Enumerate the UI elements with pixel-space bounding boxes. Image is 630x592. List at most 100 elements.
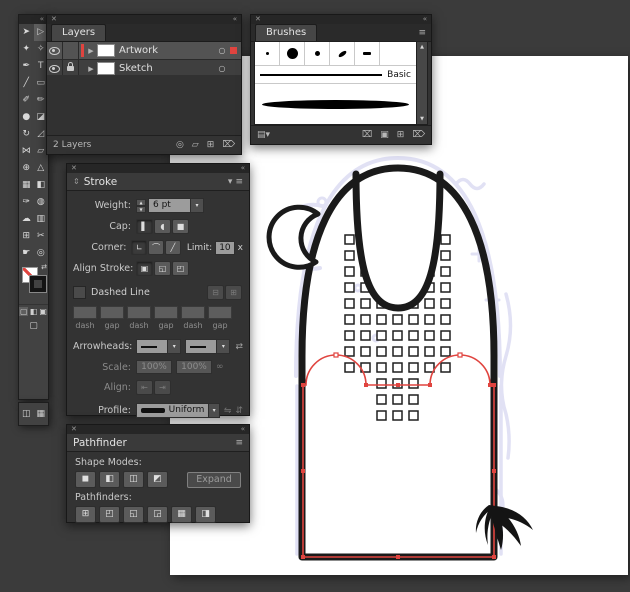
- stroke-color-well[interactable]: [29, 275, 47, 293]
- remove-brush-stroke-icon[interactable]: ⌧: [362, 130, 372, 140]
- chevron-down-icon[interactable]: ▾: [167, 340, 181, 353]
- close-icon[interactable]: ✕: [71, 425, 77, 434]
- gap-field-2[interactable]: [154, 306, 178, 319]
- extra-tool-icon-2[interactable]: ▦: [36, 409, 45, 419]
- layer-thumbnail[interactable]: [97, 62, 115, 75]
- swap-fill-stroke-icon[interactable]: ⇄: [41, 263, 47, 271]
- align-stroke-outside-button[interactable]: ◰: [172, 261, 189, 276]
- panel-menu-icon[interactable]: ≡: [235, 177, 243, 187]
- scroll-down-icon[interactable]: ▼: [420, 116, 424, 122]
- collapse-panel-icon[interactable]: «: [241, 425, 245, 434]
- draw-normal-mode-icon[interactable]: ▢: [19, 307, 29, 316]
- expand-button[interactable]: Expand: [187, 471, 241, 488]
- anchor-points[interactable]: [301, 352, 496, 559]
- delete-layer-icon[interactable]: ⌦: [222, 140, 235, 150]
- pathfinder-crop-button[interactable]: ◲: [147, 506, 168, 523]
- brush-swatch-1[interactable]: [255, 42, 280, 65]
- new-layer-icon[interactable]: ⊞: [207, 140, 215, 150]
- shape-builder-tool[interactable]: ⊕: [19, 160, 34, 177]
- miter-join-button[interactable]: ∟: [131, 240, 148, 255]
- extra-tool-icon-1[interactable]: ◫: [22, 409, 31, 419]
- bevel-join-button[interactable]: ╱: [165, 240, 181, 255]
- brush-options-icon[interactable]: ▣: [380, 130, 389, 140]
- stepper-up-icon[interactable]: ▲: [136, 198, 146, 206]
- pathfinder-trim-button[interactable]: ◰: [99, 506, 120, 523]
- gradient-tool[interactable]: ◧: [34, 177, 49, 194]
- round-cap-button[interactable]: ◖: [154, 219, 171, 234]
- pen-tool[interactable]: ✒: [19, 58, 34, 75]
- scroll-up-icon[interactable]: ▲: [420, 44, 424, 50]
- close-icon[interactable]: ✕: [255, 15, 261, 24]
- shape-mode-unite-button[interactable]: ◼: [75, 471, 96, 488]
- layer-thumbnail[interactable]: [97, 44, 115, 57]
- miter-limit-field[interactable]: 10: [215, 240, 235, 255]
- scale-start-field[interactable]: 100%: [136, 360, 172, 374]
- draw-behind-mode-icon[interactable]: ◧: [29, 307, 38, 316]
- collapse-panel-icon[interactable]: «: [233, 15, 237, 24]
- target-circle-icon[interactable]: ○: [216, 64, 228, 73]
- stepper-down-icon[interactable]: ▼: [136, 205, 146, 213]
- chevron-down-icon[interactable]: ▾: [190, 199, 203, 212]
- dash-field-1[interactable]: [73, 306, 97, 319]
- blob-brush-tool[interactable]: ●: [19, 109, 34, 126]
- pathfinder-outline-button[interactable]: ▦: [171, 506, 192, 523]
- layer-name[interactable]: Sketch: [119, 63, 216, 74]
- projecting-cap-button[interactable]: ■: [172, 219, 189, 234]
- pathfinder-minus-back-button[interactable]: ◨: [195, 506, 216, 523]
- layer-name[interactable]: Artwork: [119, 45, 216, 56]
- graph-tool[interactable]: ▥: [34, 211, 49, 228]
- pathfinder-divide-button[interactable]: ⊞: [75, 506, 96, 523]
- align-arrow-tip-button[interactable]: ⇤: [136, 380, 153, 395]
- collapse-panel-icon[interactable]: «: [241, 164, 245, 173]
- layer-row-artwork[interactable]: ▶ Artwork ○: [47, 42, 241, 60]
- pathfinder-merge-button[interactable]: ◱: [123, 506, 144, 523]
- perspective-grid-tool[interactable]: △: [34, 160, 49, 177]
- arrowhead-end-select[interactable]: ▾: [185, 339, 231, 354]
- close-icon[interactable]: ✕: [51, 15, 57, 24]
- brush-basic[interactable]: Basic: [255, 66, 416, 84]
- panel-menu-icon[interactable]: ≡: [418, 28, 426, 38]
- brushes-scrollbar[interactable]: ▲ ▼: [416, 42, 427, 124]
- shape-mode-exclude-button[interactable]: ◩: [147, 471, 168, 488]
- preserve-dashes-button[interactable]: ⊟: [207, 285, 224, 300]
- target-circle-icon[interactable]: ○: [216, 46, 228, 55]
- swap-arrowheads-icon[interactable]: ⇄: [235, 342, 243, 352]
- brush-swatch-2[interactable]: [280, 42, 305, 65]
- panel-menu-icon[interactable]: ≡: [235, 438, 243, 448]
- mesh-tool[interactable]: ▦: [19, 177, 34, 194]
- align-arrow-end-button[interactable]: ⇥: [154, 380, 171, 395]
- dash-field-2[interactable]: [127, 306, 151, 319]
- align-stroke-inside-button[interactable]: ◱: [154, 261, 171, 276]
- align-stroke-center-button[interactable]: ▣: [136, 261, 153, 276]
- brush-swatch-4[interactable]: [330, 42, 355, 65]
- close-icon[interactable]: ✕: [71, 164, 77, 173]
- zoom-tool[interactable]: ◎: [34, 245, 49, 262]
- shape-mode-intersect-button[interactable]: ◫: [123, 471, 144, 488]
- toolbar-collapse-icon[interactable]: «: [40, 15, 44, 24]
- paintbrush-tool[interactable]: ✐: [19, 92, 34, 109]
- line-tool[interactable]: ╱: [19, 75, 34, 92]
- slice-tool[interactable]: ✂: [34, 228, 49, 245]
- hand-tool[interactable]: ☛: [19, 245, 34, 262]
- dock-icon[interactable]: ⇕: [73, 177, 80, 186]
- dashed-line-checkbox[interactable]: [73, 286, 86, 299]
- profile-select[interactable]: Uniform ▾: [135, 403, 220, 418]
- align-dashes-button[interactable]: ⊞: [225, 285, 242, 300]
- selection-tool[interactable]: ➤: [19, 24, 34, 41]
- delete-brush-icon[interactable]: ⌦: [412, 130, 425, 140]
- expand-triangle-icon[interactable]: ▶: [86, 47, 96, 55]
- new-brush-icon[interactable]: ⊞: [397, 130, 405, 140]
- butt-cap-button[interactable]: ▌: [136, 219, 153, 234]
- scale-end-field[interactable]: 100%: [176, 360, 212, 374]
- brush-swatch-3[interactable]: [305, 42, 330, 65]
- width-tool[interactable]: ⋈: [19, 143, 34, 160]
- arrowhead-start-select[interactable]: ▾: [136, 339, 182, 354]
- blend-tool[interactable]: ◍: [34, 194, 49, 211]
- screen-mode-button[interactable]: ▢: [19, 318, 48, 334]
- magic-wand-tool[interactable]: ✦: [19, 41, 34, 58]
- rotate-tool[interactable]: ↻: [19, 126, 34, 143]
- shape-mode-minus-front-button[interactable]: ◧: [99, 471, 120, 488]
- chevron-down-icon[interactable]: ▾: [208, 404, 219, 417]
- visibility-eye-icon[interactable]: [47, 42, 63, 59]
- eyedropper-tool[interactable]: ✑: [19, 194, 34, 211]
